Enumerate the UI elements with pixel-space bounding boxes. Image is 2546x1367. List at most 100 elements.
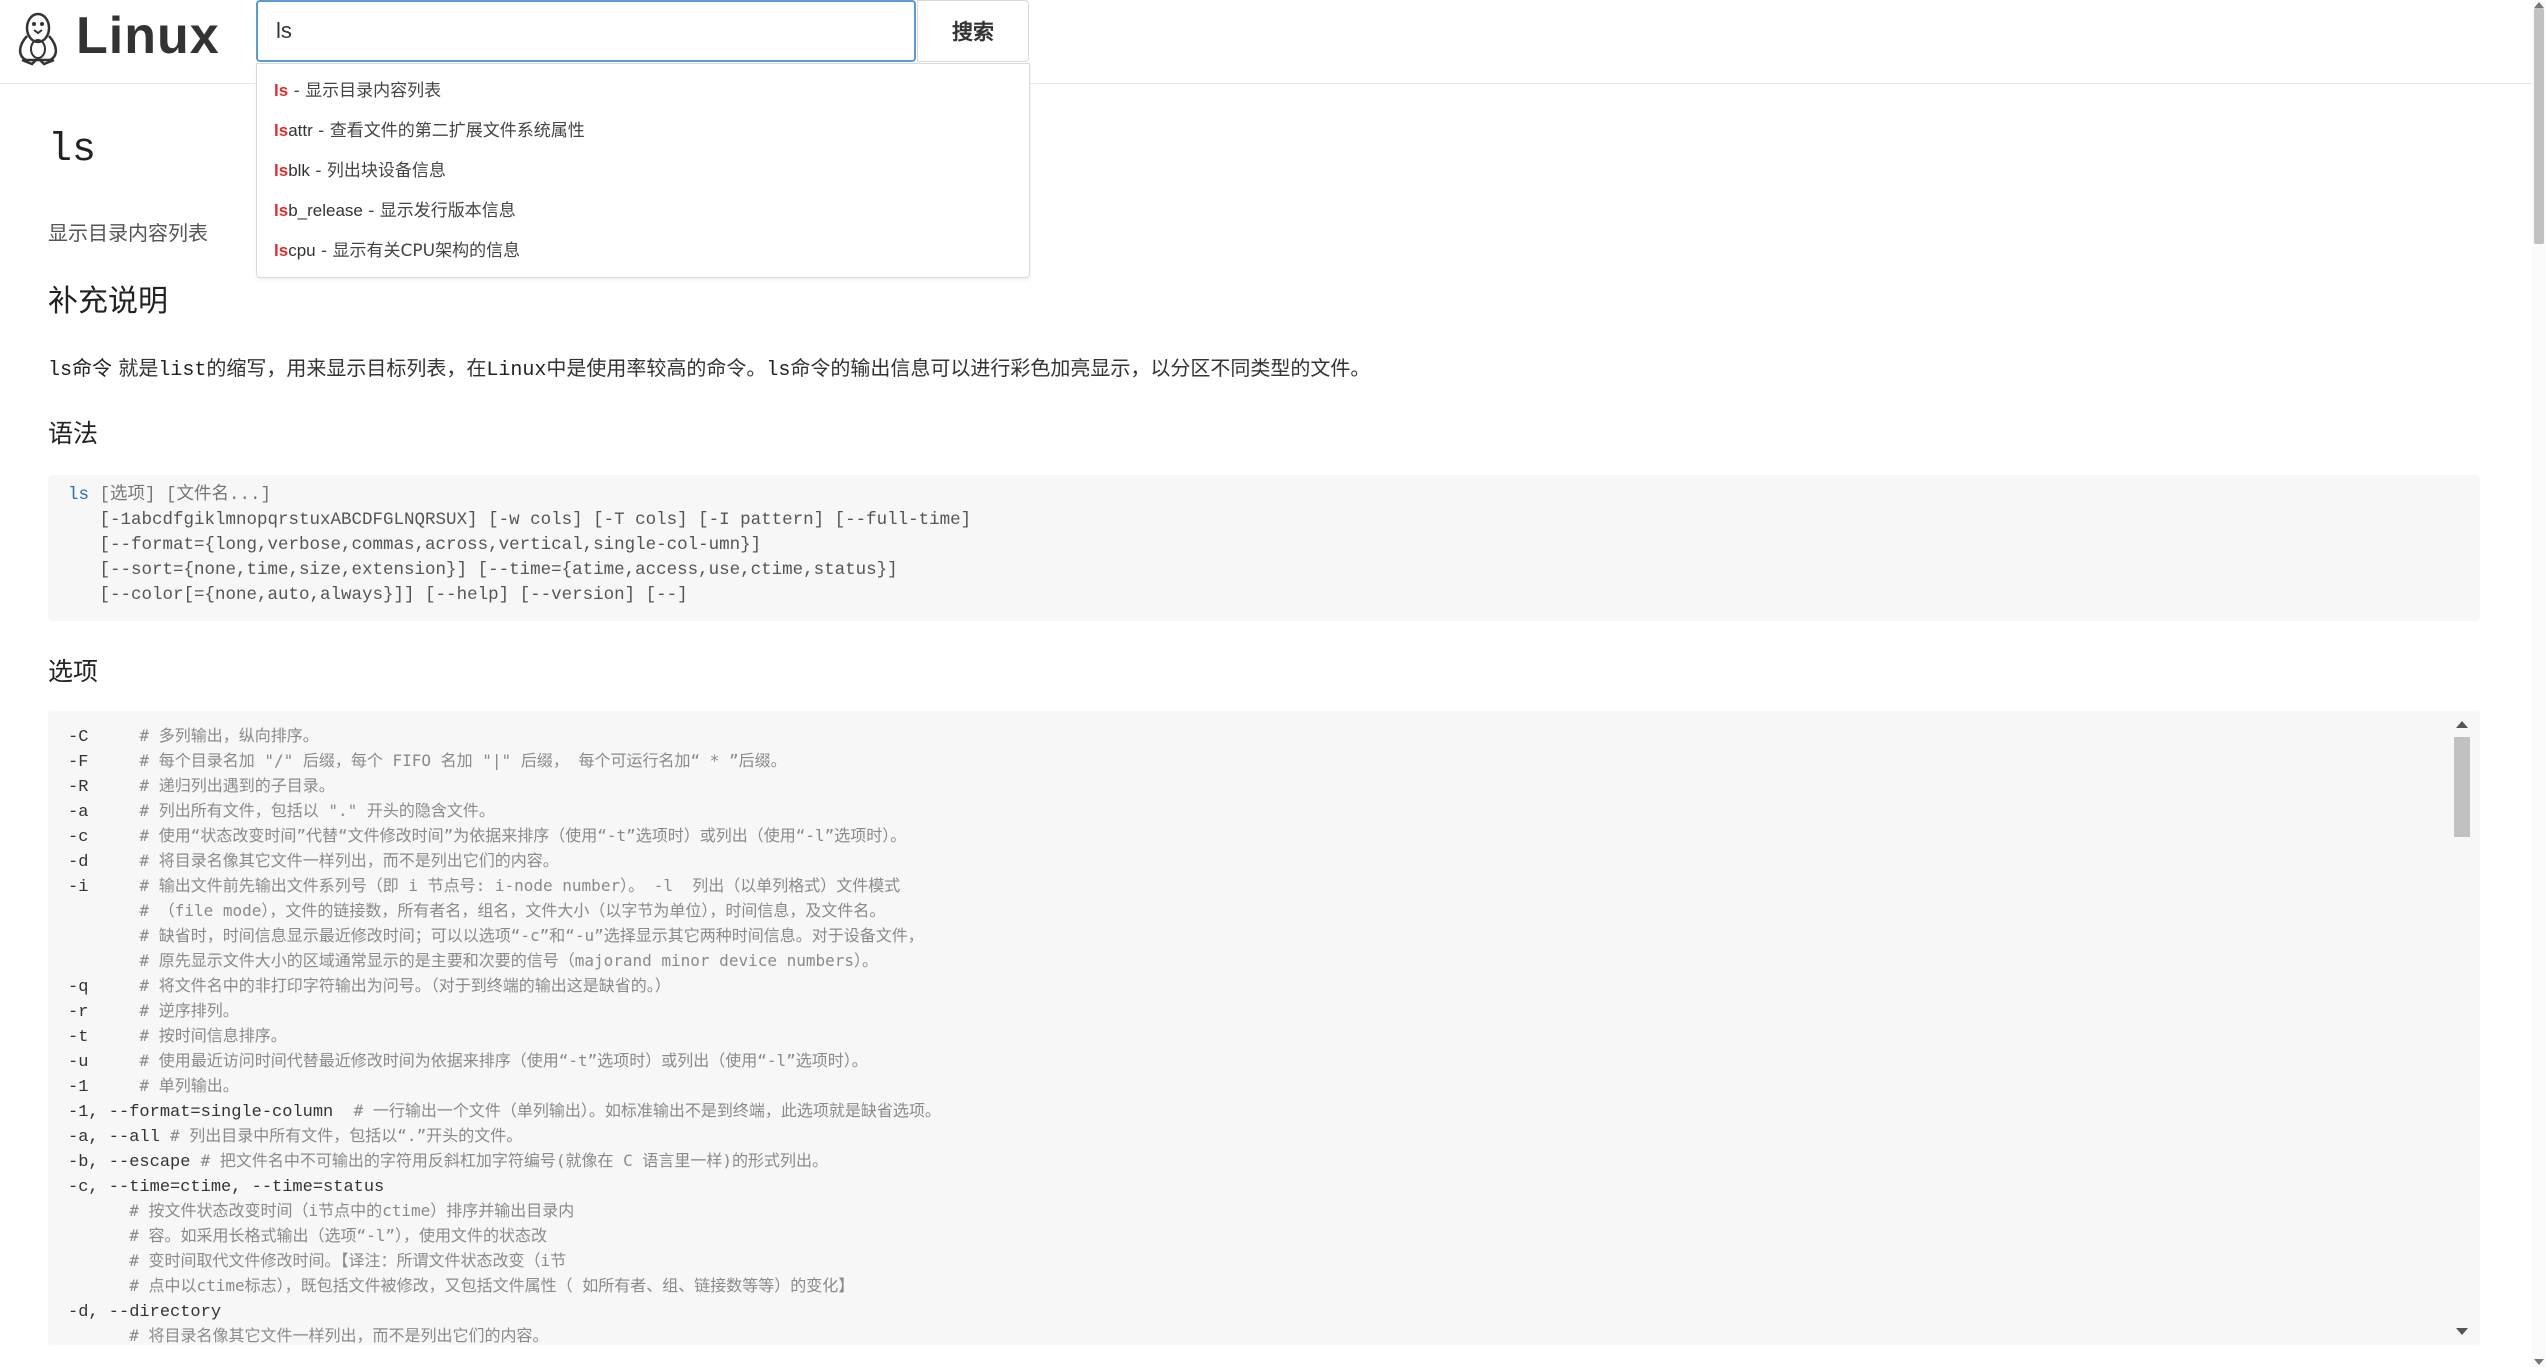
syntax-line: [--sort={none,time,size,extension}] [--t… [68, 560, 898, 580]
option-flag: -r [68, 1003, 140, 1022]
option-line: -i # 输出文件前先输出文件系列号（即 i 节点号: i-node numbe… [68, 873, 941, 898]
option-comment: # 单列输出。 [139, 1076, 239, 1095]
scroll-down-icon[interactable] [2534, 1359, 2544, 1365]
option-comment: # 容。如采用长格式输出（选项“-l”），使用文件的状态改 [129, 1226, 548, 1245]
option-line: -d # 将目录名像其它文件一样列出，而不是列出它们的内容。 [68, 848, 941, 873]
option-flag: -1 [68, 1078, 140, 1097]
option-line: -c, --time=ctime, --time=status [68, 1173, 941, 1198]
suggestion-rest: cpu [288, 241, 316, 260]
page-title: ls [48, 128, 97, 173]
option-line: # （file mode），文件的链接数，所有者名，组名，文件大小（以字节为单位… [68, 898, 941, 923]
option-flag: -R [68, 778, 140, 797]
option-comment: # 点中以ctime标志），既包括文件被修改，又包括文件属性（ 如所有者、组、链… [129, 1276, 855, 1295]
paragraph-text: 的缩写，用来显示目标列表，在 [206, 356, 487, 380]
option-line: # 将目录名像其它文件一样列出，而不是列出它们的内容。 [68, 1323, 941, 1345]
page-scrollbar-thumb[interactable] [2534, 8, 2544, 244]
option-flag: -q [68, 978, 140, 997]
page-subtitle: 显示目录内容列表 [48, 221, 208, 245]
section-heading-supplement: 补充说明 [48, 284, 168, 319]
option-flag: -d, --directory [68, 1303, 222, 1322]
section-heading-options: 选项 [48, 657, 99, 686]
option-flag: -b, --escape [68, 1153, 201, 1172]
syntax-line: [--format={long,verbose,commas,across,ve… [68, 535, 762, 555]
option-line: -a # 列出所有文件，包括以 "." 开头的隐含文件。 [68, 798, 941, 823]
option-comment: # 输出文件前先输出文件系列号（即 i 节点号: i-node number）。… [139, 876, 901, 895]
inline-code: Linux [486, 359, 547, 382]
page-scrollbar[interactable] [2532, 0, 2546, 1367]
suggestion-desc: - 显示发行版本信息 [362, 201, 516, 221]
suggestion-item[interactable]: lsblk - 列出块设备信息 [274, 155, 446, 187]
option-flag: -d [68, 853, 140, 872]
option-line: # 按文件状态改变时间（i节点中的ctime）排序并输出目录内 [68, 1198, 941, 1223]
description-paragraph: ls命令 就是list的缩写，用来显示目标列表，在Linux中是使用率较高的命令… [48, 352, 1370, 382]
option-comment: # 缺省时，时间信息显示最近修改时间；可以以选项“-c”和“-u”选择显示其它两… [139, 926, 924, 945]
option-comment: # （file mode），文件的链接数，所有者名，组名，文件大小（以字节为单位… [139, 901, 886, 920]
suggestion-desc: - 列出块设备信息 [309, 161, 446, 181]
option-flag: -a [68, 803, 140, 822]
syntax-line: [-1abcdfgiklmnopqrstuxABCDFGLNQRSUX] [-w… [68, 510, 972, 530]
inline-code: ls命令 [48, 359, 113, 382]
option-line: -C # 多列输出，纵向排序。 [68, 723, 941, 748]
option-line: # 容。如采用长格式输出（选项“-l”），使用文件的状态改 [68, 1223, 941, 1248]
option-flag [68, 1278, 129, 1297]
suggestion-rest: blk [288, 161, 310, 180]
option-flag [68, 1228, 129, 1247]
option-comment: # 按时间信息排序。 [139, 1026, 287, 1045]
suggestion-item[interactable]: lscpu - 显示有关CPU架构的信息 [274, 235, 520, 267]
suggestion-match: ls [274, 241, 289, 260]
suggestion-rest: attr [288, 121, 313, 140]
option-comment: # 把文件名中不可输出的字符用反斜杠加字符编号(就像在 C 语言里一样)的形式列… [200, 1151, 829, 1170]
option-flag: -c, --time=ctime, --time=status [68, 1178, 385, 1197]
option-line: -t # 按时间信息排序。 [68, 1023, 941, 1048]
syntax-code-block: ls [选项] [文件名...] [-1abcdfgiklmnopqrstuxA… [48, 475, 2480, 621]
option-comment: # 变时间取代文件修改时间。【译注：所谓文件状态改变（i节 [129, 1251, 567, 1270]
options-code-block[interactable]: -C # 多列输出，纵向排序。 -F # 每个目录名加 "/" 后缀，每个 FIF… [48, 711, 2480, 1345]
option-comment: # 原先显示文件大小的区域通常显示的是主要和次要的信号（majorand min… [139, 951, 879, 970]
suggestion-match: ls [274, 81, 289, 100]
option-comment: # 逆序排列。 [139, 1001, 239, 1020]
suggestion-item[interactable]: ls - 显示目录内容列表 [274, 75, 441, 107]
syntax-args: [选项] [文件名...] [89, 485, 272, 505]
syntax-command: ls [68, 485, 90, 505]
option-comment: # 使用“状态改变时间”代替“文件修改时间”为依据来排序（使用“-t”选项时）或… [139, 826, 907, 845]
option-flag: -F [68, 753, 140, 772]
scrollbar-thumb[interactable] [2454, 737, 2470, 837]
option-comment: # 每个目录名加 "/" 后缀，每个 FIFO 名加 "|" 后缀， 每个可运行… [139, 751, 787, 770]
option-line: # 原先显示文件大小的区域通常显示的是主要和次要的信号（majorand min… [68, 948, 941, 973]
option-comment: # 列出目录中所有文件，包括以“.”开头的文件。 [170, 1126, 523, 1145]
scroll-up-icon[interactable] [2456, 721, 2468, 728]
suggestion-match: ls [274, 161, 289, 180]
search-input[interactable] [256, 0, 916, 62]
option-comment: # 递归列出遇到的子目录。 [139, 776, 335, 795]
option-line: # 变时间取代文件修改时间。【译注：所谓文件状态改变（i节 [68, 1248, 941, 1273]
scroll-down-icon[interactable] [2456, 1328, 2468, 1335]
option-line: # 点中以ctime标志），既包括文件被修改，又包括文件属性（ 如所有者、组、链… [68, 1273, 941, 1298]
option-line: -r # 逆序排列。 [68, 998, 941, 1023]
option-flag [68, 903, 139, 922]
logo-text: Linux [76, 7, 220, 65]
option-line: -R # 递归列出遇到的子目录。 [68, 773, 941, 798]
syntax-line: [--color[={none,auto,always}]] [--help] … [68, 585, 688, 605]
option-line: -u # 使用最近访问时间代替最近修改时间为依据来排序（使用“-t”选项时）或列… [68, 1048, 941, 1073]
tux-penguin-icon [18, 12, 58, 66]
option-line: -1 # 单列输出。 [68, 1073, 941, 1098]
option-line: -d, --directory [68, 1298, 941, 1323]
option-flag: -c [68, 828, 140, 847]
inline-code: list [158, 359, 207, 382]
option-flag [68, 928, 139, 947]
option-line: -q # 将文件名中的非打印字符输出为问号。（对于到终端的输出这是缺省的。） [68, 973, 941, 998]
options-scrollbar[interactable] [2452, 711, 2472, 1345]
suggestion-item[interactable]: lsattr - 查看文件的第二扩展文件系统属性 [274, 115, 585, 147]
suggestion-desc: - 显示目录内容列表 [288, 81, 442, 101]
site-logo[interactable]: Linux [14, 6, 220, 66]
option-flag: -a, --all [68, 1128, 171, 1147]
options-list: -C # 多列输出，纵向排序。 -F # 每个目录名加 "/" 后缀，每个 FIF… [68, 723, 941, 1345]
suggestion-match: ls [274, 121, 289, 140]
option-line: -b, --escape # 把文件名中不可输出的字符用反斜杠加字符编号(就像在… [68, 1148, 941, 1173]
paragraph-text: 命令的输出信息可以进行彩色加亮显示，以分区不同类型的文件。 [790, 356, 1371, 380]
search-suggestions-dropdown: ls - 显示目录内容列表 lsattr - 查看文件的第二扩展文件系统属性 l… [256, 63, 1030, 278]
search-button[interactable]: 搜索 [917, 0, 1029, 62]
option-flag [68, 1253, 129, 1272]
suggestion-item[interactable]: lsb_release - 显示发行版本信息 [274, 195, 516, 227]
option-flag: -i [68, 878, 140, 897]
